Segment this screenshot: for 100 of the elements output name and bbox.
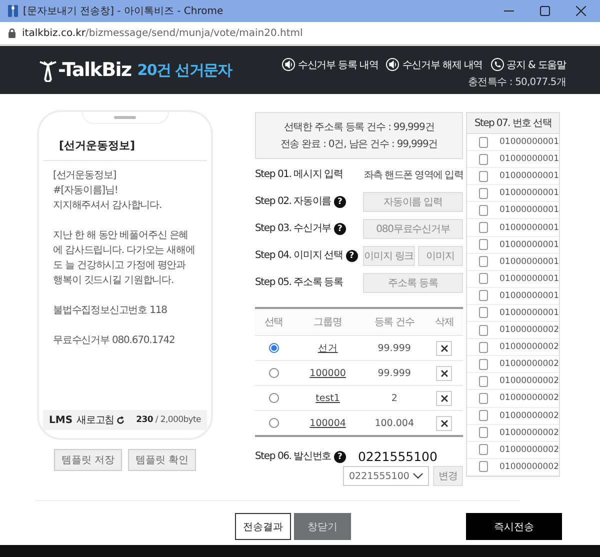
- brand-logo: -TalkBiz: [58, 59, 132, 81]
- address-bar-url[interactable]: italkbiz.co.kr/bizmessage/send/munja/vote/main20.html: [22, 28, 303, 38]
- checkbox[interactable]: [479, 342, 488, 353]
- checkbox[interactable]: [479, 170, 488, 182]
- checkbox[interactable]: [479, 358, 488, 370]
- phone-number: 01000000002: [500, 444, 559, 455]
- checkbox[interactable]: [479, 154, 488, 165]
- checkbox[interactable]: [479, 256, 488, 268]
- step-label: Step 03. 수신거부: [255, 222, 331, 236]
- table-cell: 2: [391, 392, 398, 404]
- x-icon: [440, 420, 448, 426]
- phone-number: 01000000002: [500, 428, 559, 438]
- refresh-icon: [116, 416, 126, 424]
- phone-number: 01000000002: [500, 410, 559, 421]
- message-subject[interactable]: [선거운동정보]: [43, 124, 207, 161]
- column-header: 그룹명: [314, 317, 342, 328]
- template-button[interactable]: 템플릿 저장: [54, 449, 122, 471]
- checkbox[interactable]: [479, 392, 488, 404]
- phone-number: 01000000001: [500, 256, 559, 267]
- radio-button[interactable]: [268, 418, 279, 428]
- checkbox[interactable]: [479, 410, 488, 422]
- step-label: Step 02. 자동이름: [255, 195, 331, 209]
- help-icon[interactable]: ?: [334, 196, 346, 208]
- group-link[interactable]: 100004: [310, 418, 346, 428]
- product-title: 20건 선거문자: [137, 60, 232, 80]
- checkbox[interactable]: [479, 273, 488, 284]
- column-header: Step 07. 번호 선택: [474, 117, 552, 130]
- phone-number: 01000000002: [500, 359, 559, 370]
- delete-button[interactable]: [436, 366, 452, 380]
- chevron-down-icon: [413, 473, 423, 479]
- maximize-icon[interactable]: [540, 6, 550, 16]
- action-button[interactable]: 전송결과: [235, 513, 291, 540]
- action-button[interactable]: 즉시전송: [466, 513, 562, 540]
- help-icon[interactable]: ?: [334, 223, 346, 235]
- template-button[interactable]: 템플릿 확인: [128, 449, 196, 471]
- step-hint: 좌측 핸드폰 영역에 입력: [364, 169, 463, 182]
- step-label: Step 06. 발신번호: [255, 450, 331, 464]
- speaker-icon: [386, 58, 400, 71]
- phone-number: 01000000001: [500, 240, 559, 250]
- checkbox[interactable]: [479, 239, 488, 250]
- radio-button[interactable]: [268, 342, 279, 353]
- checkbox[interactable]: [479, 136, 488, 148]
- checkbox[interactable]: [479, 204, 488, 216]
- step-label: Step 01. 메시지 입력: [255, 168, 343, 182]
- phone-icon: [490, 58, 504, 71]
- delete-button[interactable]: [436, 416, 452, 430]
- speaker-icon: [282, 58, 295, 71]
- phone-number: 01000000002: [500, 376, 559, 386]
- bow-tie-figure-icon: [38, 58, 58, 82]
- help-icon[interactable]: ?: [346, 250, 358, 262]
- phone-number: 01000000002: [500, 393, 559, 404]
- action-button[interactable]: 창닫기: [294, 513, 351, 540]
- lock-icon: [8, 28, 16, 38]
- refresh-link[interactable]: 새로고침: [76, 413, 126, 427]
- checkbox[interactable]: [479, 222, 488, 234]
- window-title: [문자보내기 전송창] - 아이톡비즈 - Chrome: [23, 5, 224, 18]
- delete-button[interactable]: [436, 340, 452, 356]
- phone-number: 01000000001: [500, 205, 559, 216]
- delete-button[interactable]: [436, 390, 452, 406]
- summary-line: 전송 완료 : 0건, 남은 건수 : 99,999건: [280, 138, 438, 151]
- app-icon: [8, 5, 18, 17]
- phone-number: 01000000001: [500, 171, 559, 182]
- step-label: Step 05. 주소록 등록: [255, 276, 343, 290]
- column-header: 등록 건수: [374, 317, 414, 328]
- header-link[interactable]: 수신거부 등록 내역: [282, 58, 378, 72]
- table-cell: 99.999: [378, 342, 411, 354]
- group-link[interactable]: test1: [316, 392, 340, 404]
- charge-balance: 충전특수 : 50,077.5개: [468, 76, 566, 88]
- radio-button[interactable]: [268, 392, 279, 403]
- column-header: 선택: [264, 317, 284, 328]
- radio-button[interactable]: [268, 368, 279, 378]
- x-icon: [440, 344, 448, 352]
- checkbox[interactable]: [479, 188, 488, 199]
- byte-counter: 230 / 2,000byte: [136, 415, 201, 425]
- group-link[interactable]: 선거: [318, 342, 338, 354]
- sender-number: 0221555100: [358, 449, 438, 464]
- phone-number: 01000000002: [500, 325, 559, 336]
- phone-number: 01000000001: [500, 308, 559, 318]
- checkbox[interactable]: [479, 324, 488, 336]
- x-icon: [440, 394, 448, 402]
- checkbox[interactable]: [479, 290, 488, 302]
- table-cell: 100.004: [374, 418, 414, 428]
- header-link[interactable]: 공지 & 도움말: [490, 58, 566, 72]
- checkbox[interactable]: [479, 376, 488, 387]
- message-type: LMS: [49, 414, 73, 426]
- header-link[interactable]: 수신거부 해제 내역: [386, 58, 483, 72]
- x-icon: [440, 370, 448, 376]
- close-icon[interactable]: [576, 6, 586, 16]
- message-body[interactable]: [선거운동정보] #[자동이름]님! 지지해주셔서 감사합니다. 지난 한 해 동안 베풀어주신 은혜에 감사드립니다. 다가오는 새해에도 늘 건강하시고 가정에 평안과 행복이 깃드시길 기원합니다. 불법수집정보신고번호 118 무료수신거부 080.670.1742: [43, 161, 207, 410]
- phone-number: 01000000001: [500, 137, 559, 148]
- sender-select[interactable]: 0221555100: [343, 466, 429, 486]
- checkbox[interactable]: [479, 444, 488, 456]
- phone-number: 01000000002: [500, 462, 559, 472]
- checkbox[interactable]: [479, 427, 488, 438]
- phone-number: 01000000001: [500, 154, 559, 164]
- checkbox[interactable]: [479, 307, 488, 318]
- checkbox[interactable]: [479, 461, 488, 472]
- summary-line: 선택한 주소록 등록 건수 : 99,999건: [284, 121, 434, 134]
- help-icon[interactable]: ?: [334, 450, 346, 462]
- group-link[interactable]: 100000: [310, 368, 346, 378]
